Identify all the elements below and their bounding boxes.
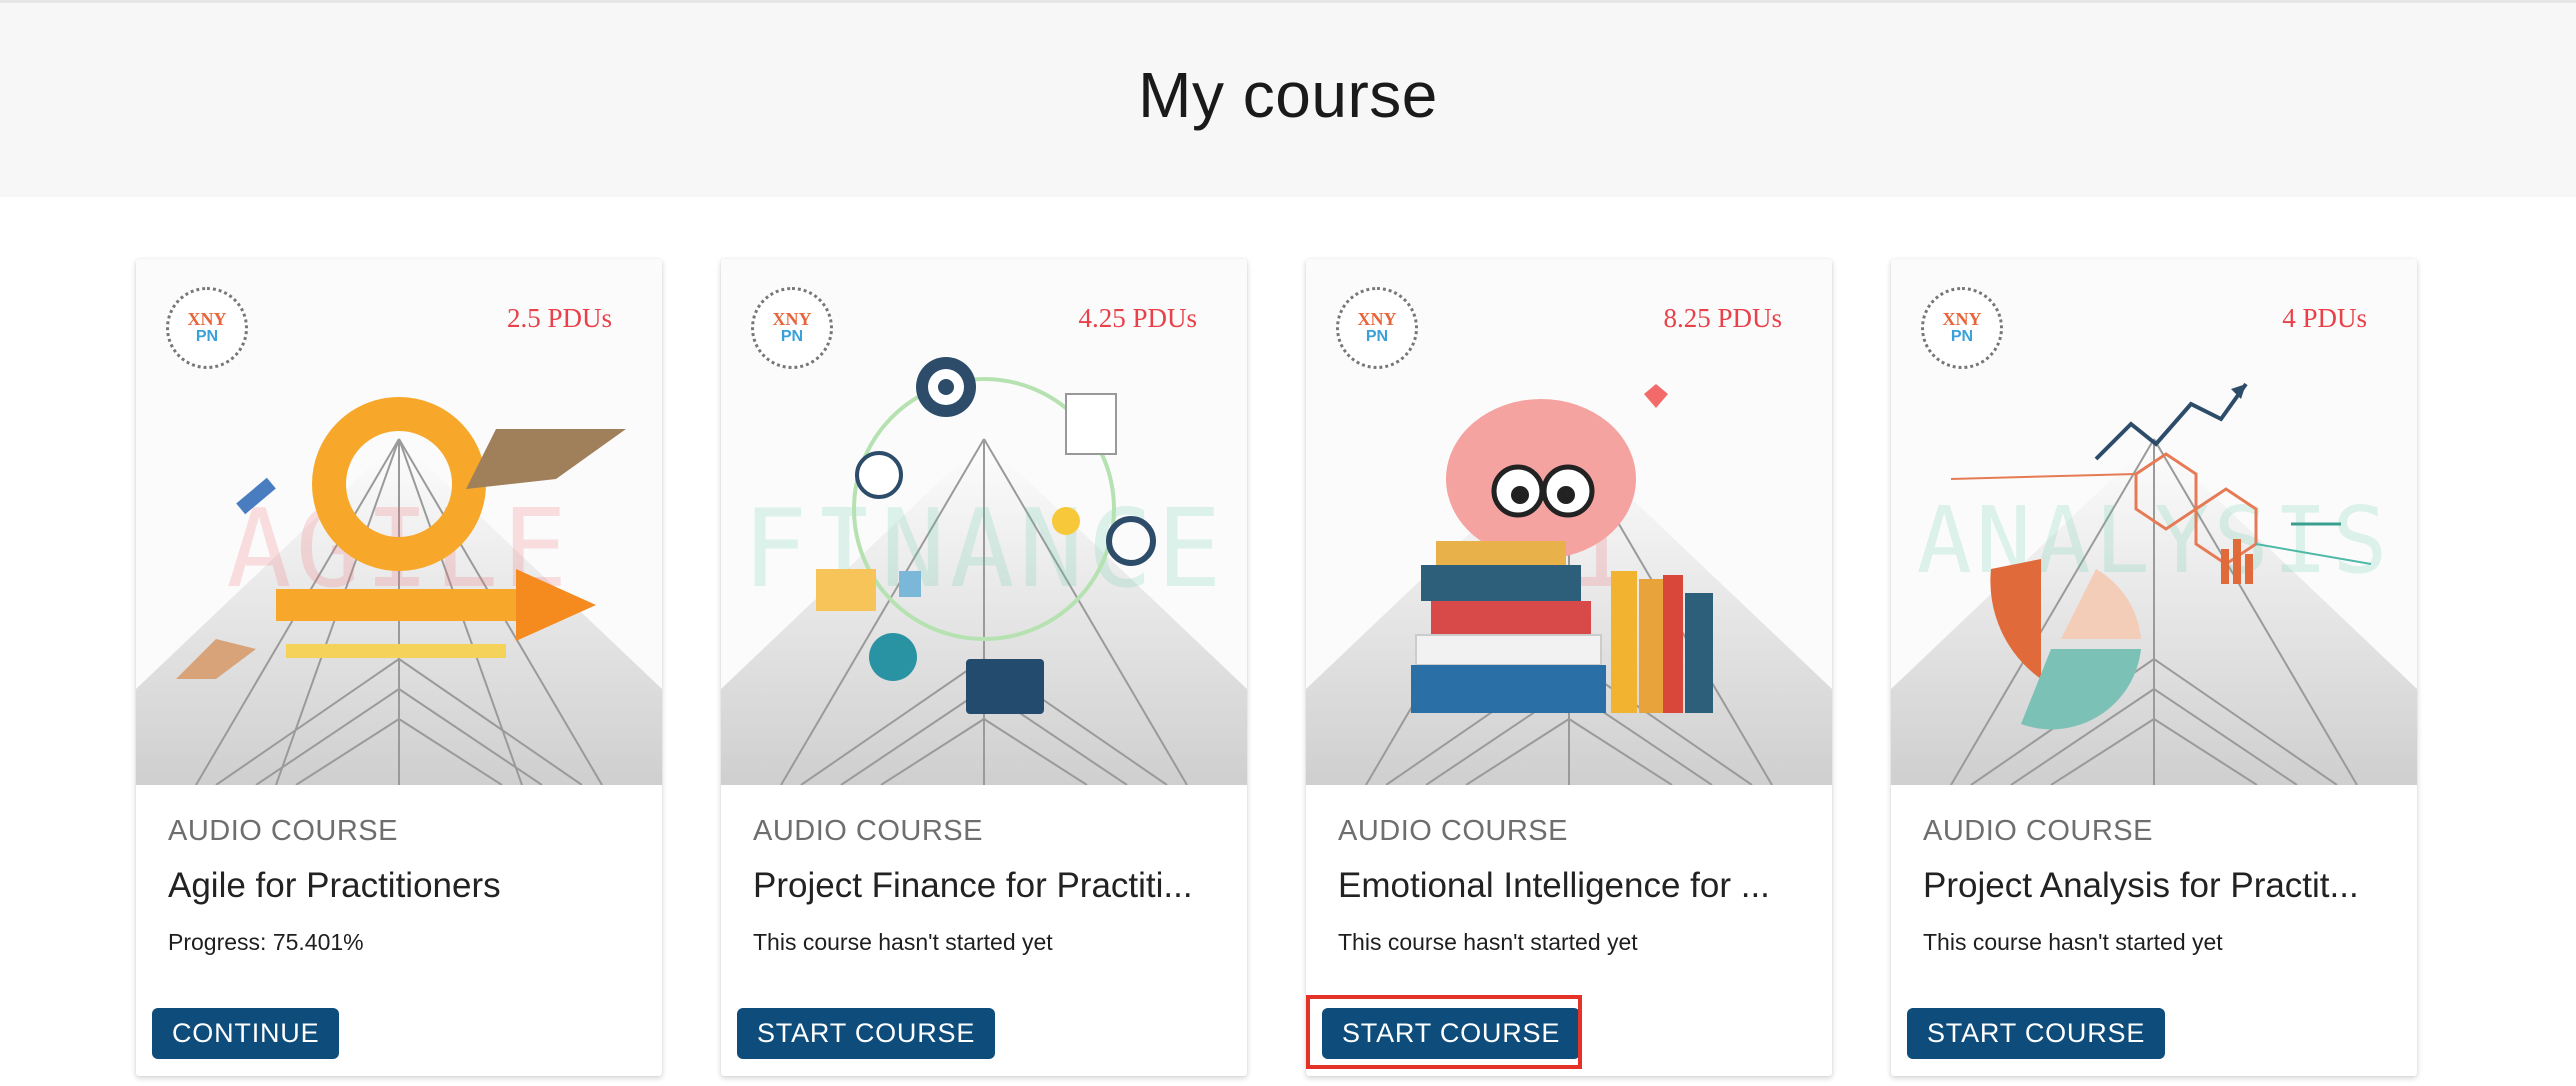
pdu-badge: 4.25 PDUs (1078, 303, 1197, 333)
course-progress: Progress: 75.401% (168, 929, 364, 955)
course-type: AUDIO COURSE (1923, 815, 2153, 847)
course-type: AUDIO COURSE (753, 815, 983, 847)
course-card-agile: AGILE XNY PN 2.5 PDUs AUDIO COURSE Agile … (136, 259, 662, 1076)
institute-logo: XNY PN (1921, 287, 2003, 369)
focus-highlight (1306, 995, 1582, 1069)
institute-logo: XNY PN (751, 287, 833, 369)
course-thumbnail[interactable]: AGILE XNY PN 2.5 PDUs (136, 259, 662, 785)
course-title[interactable]: Project Finance for Practiti... (753, 866, 1223, 906)
course-type: AUDIO COURSE (168, 815, 398, 847)
page-header: My course (0, 0, 2576, 197)
course-thumbnail[interactable]: FINANCE XNY PN 4.25 PDUs (721, 259, 1247, 785)
pdu-badge: 8.25 PDUs (1663, 303, 1782, 333)
institute-logo: XNY PN (1336, 287, 1418, 369)
course-card-analysis: ANALYSIS XNY PN 4 PDUs AUDIO COURSE Proje… (1891, 259, 2417, 1076)
course-type: AUDIO COURSE (1338, 815, 1568, 847)
course-card-emotional-intelligence: EI XNYPN 8.25 PDUs AUDIO COURSE Emotiona… (1306, 259, 1832, 1076)
course-card-finance: FINANCE XNY PN 4.25 PDUs AUDIO COURSE Pro… (721, 259, 1247, 1076)
course-thumbnail[interactable]: ANALYSIS XNY PN 4 PDUs (1891, 259, 2417, 785)
pdu-badge: 4 PDUs (2282, 303, 2367, 333)
page-title: My course (1138, 59, 1438, 131)
course-title[interactable]: Agile for Practitioners (168, 866, 638, 906)
institute-logo: XNY PN (166, 287, 248, 369)
continue-button[interactable]: CONTINUE (152, 1008, 340, 1059)
course-status: This course hasn't started yet (1923, 929, 2223, 955)
start-course-button[interactable]: START COURSE (1907, 1008, 2166, 1059)
start-course-button[interactable]: START COURSE (737, 1008, 996, 1059)
course-title[interactable]: Project Analysis for Practit... (1923, 866, 2393, 906)
course-thumbnail[interactable]: EI XNYPN 8.25 PDUs (1306, 259, 1832, 785)
course-title[interactable]: Emotional Intelligence for ... (1338, 866, 1808, 906)
pdu-badge: 2.5 PDUs (506, 303, 612, 333)
course-status: This course hasn't started yet (753, 929, 1053, 955)
course-status: This course hasn't started yet (1338, 929, 1638, 955)
